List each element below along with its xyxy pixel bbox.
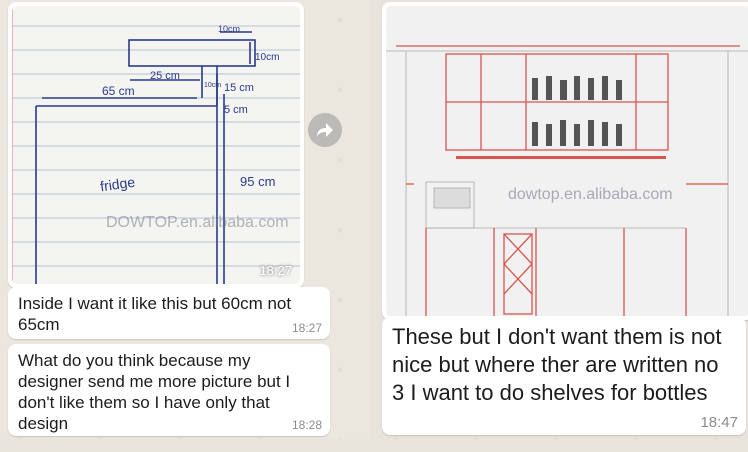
message-time: 18:47 xyxy=(700,414,738,431)
message-text: What do you think because my designer se… xyxy=(18,351,291,433)
image-watermark: DOWTOP.en.alibaba.com xyxy=(106,214,289,231)
right-chat-panel: dowtop.en.alibaba.com These but I don't … xyxy=(376,0,748,439)
image-watermark: dowtop.en.alibaba.com xyxy=(508,186,673,203)
label-gap-upper: 15 cm xyxy=(224,82,254,94)
sketch-drawing xyxy=(12,6,300,284)
sketch-photo[interactable]: 10cm 10cm 25 cm 65 cm 15 cm 10cm 5 cm fr… xyxy=(12,6,300,284)
label-small-gap: 10cm xyxy=(204,82,222,89)
cad-drawing[interactable]: dowtop.en.alibaba.com xyxy=(386,6,748,316)
message-time: 18:27 xyxy=(291,321,322,335)
forward-arrow-icon xyxy=(317,123,333,137)
label-bottom-gap: 5 cm xyxy=(224,104,248,116)
message-text: These but I don't want them is not nice … xyxy=(392,324,722,405)
cad-elevation xyxy=(386,45,748,316)
forward-button[interactable] xyxy=(308,113,342,147)
message-time: 18:28 xyxy=(291,418,322,432)
image-message-bubble[interactable]: dowtop.en.alibaba.com xyxy=(382,2,748,320)
image-message-bubble[interactable]: 10cm 10cm 25 cm 65 cm 15 cm 10cm 5 cm fr… xyxy=(8,2,304,288)
message-time: 18:27 xyxy=(259,263,292,278)
label-shelf-width: 25 cm xyxy=(150,70,180,82)
label-counter-width: 65 cm xyxy=(102,84,135,98)
left-chat-panel: 10cm 10cm 25 cm 65 cm 15 cm 10cm 5 cm fr… xyxy=(0,0,370,439)
text-message-bubble[interactable]: Inside I want it like this but 60cm not … xyxy=(8,287,330,339)
label-top-height: 10cm xyxy=(255,52,280,63)
label-height: 95 cm xyxy=(240,174,276,189)
text-message-bubble[interactable]: What do you think because my designer se… xyxy=(8,344,330,436)
text-message-bubble[interactable]: These but I don't want them is not nice … xyxy=(382,317,746,435)
label-top-width: 10cm xyxy=(218,24,241,34)
